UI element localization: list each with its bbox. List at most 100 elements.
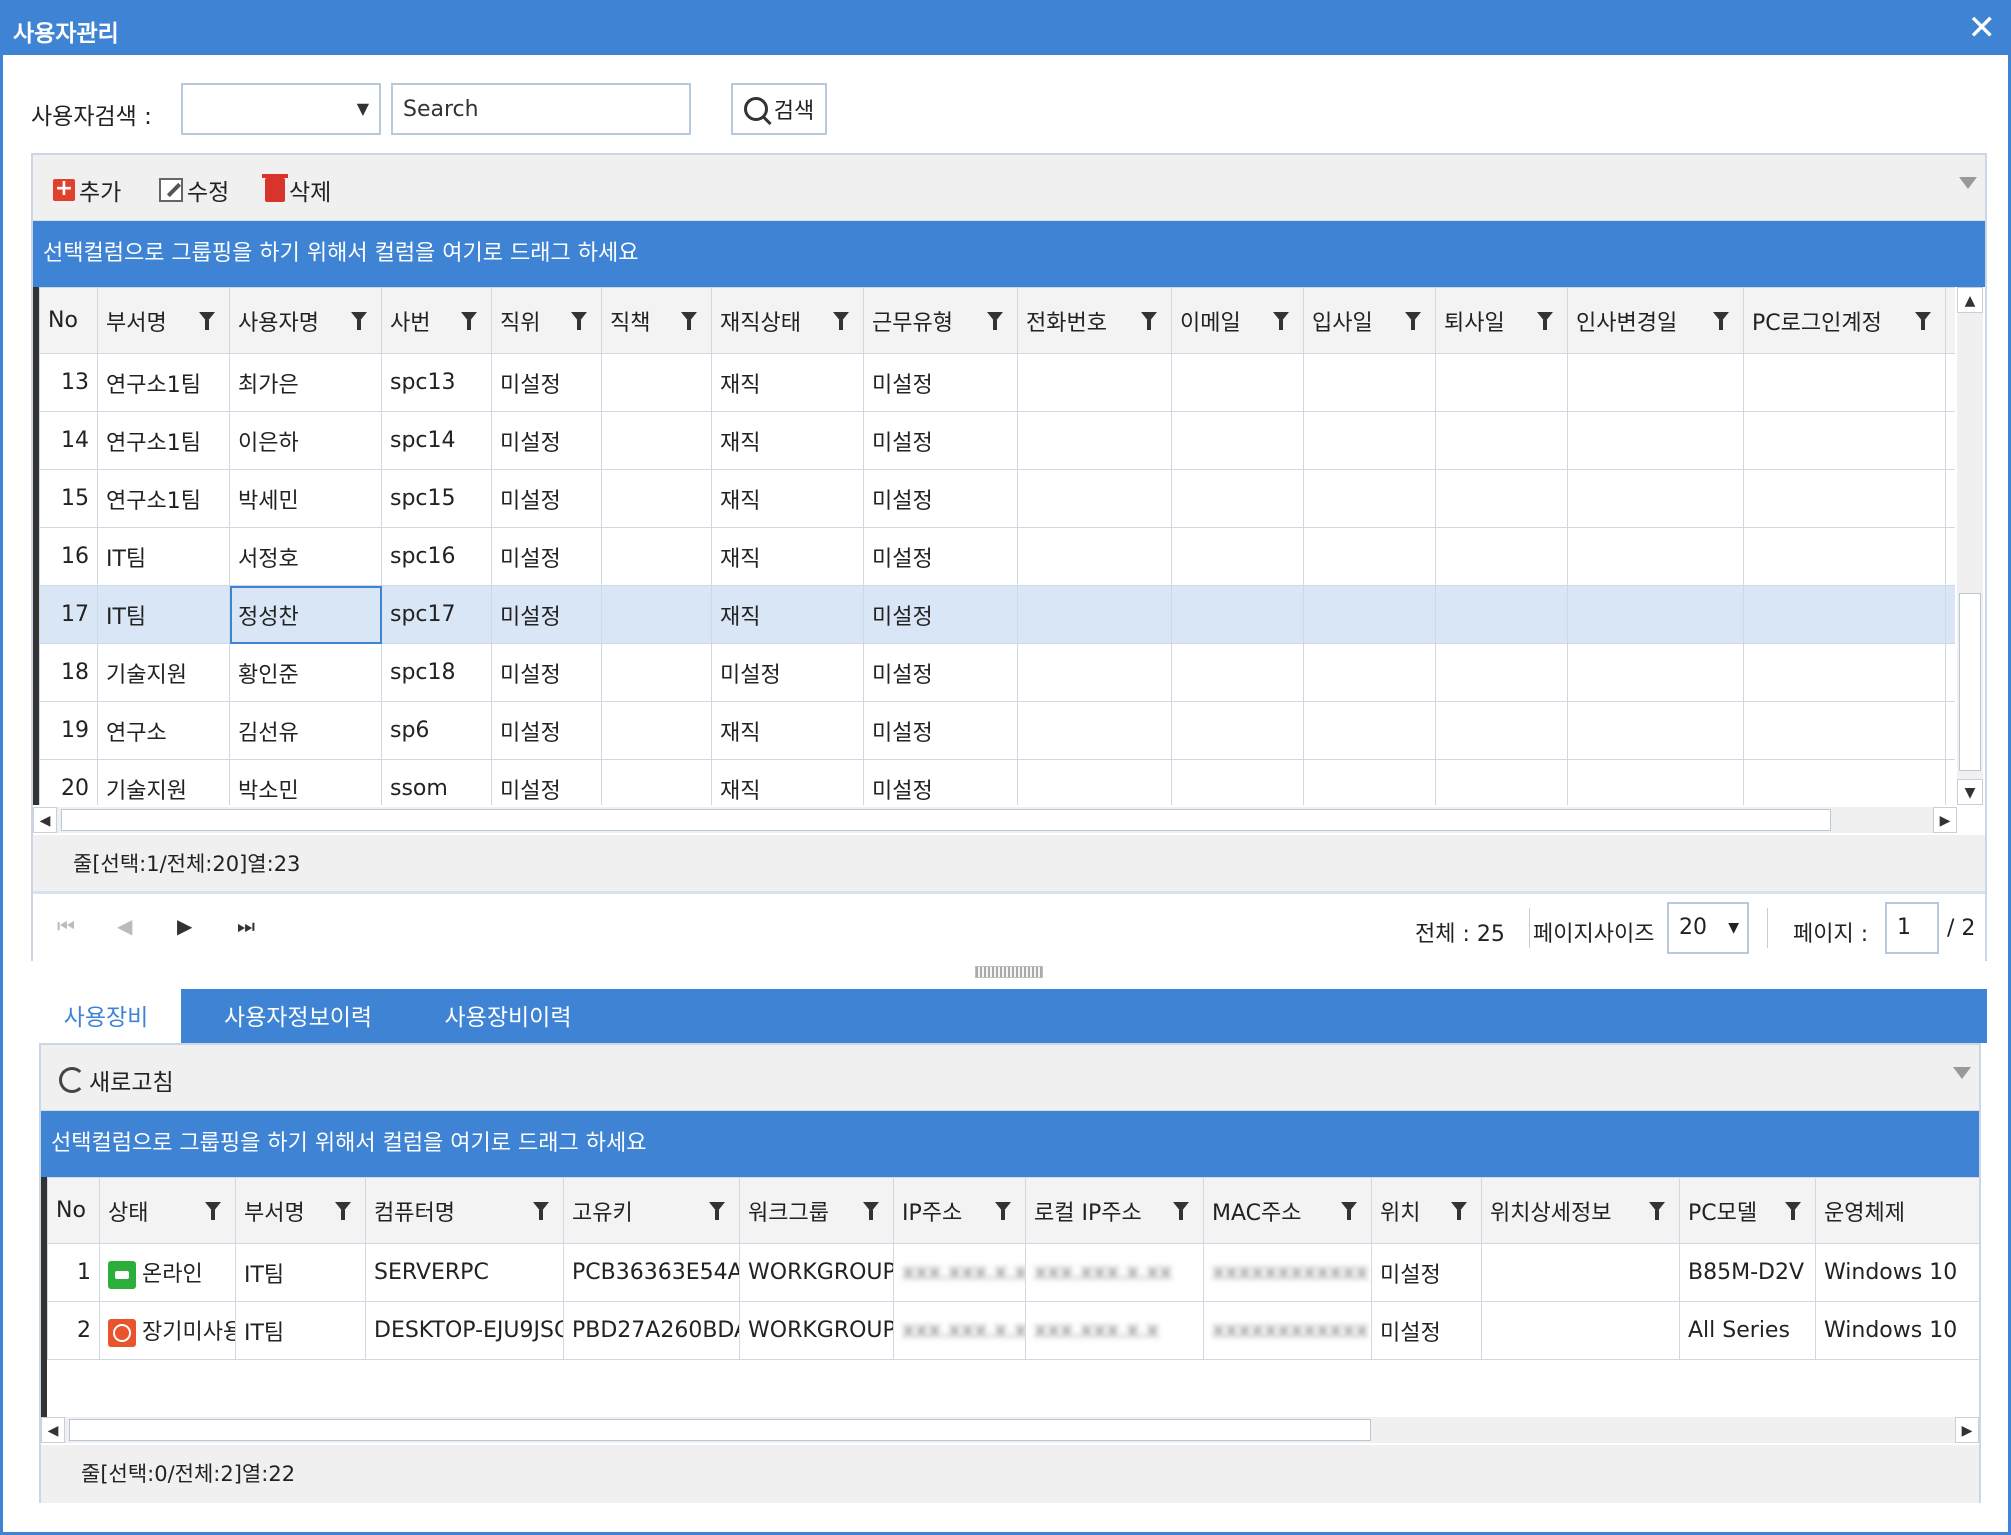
table-cell[interactable]: 박소민 [229,759,382,805]
column-header[interactable]: 근무유형 [863,287,1018,354]
column-header[interactable]: 입사일 [1303,287,1436,354]
table-cell[interactable]: spc13 [381,353,492,412]
table-cell[interactable] [1435,759,1568,805]
table-cell[interactable] [1743,759,1946,805]
table-cell[interactable]: xxxxxxxxxxxx [1203,1243,1372,1302]
table-cell[interactable] [1303,701,1436,760]
table-cell[interactable]: 1 [47,1243,100,1302]
table-cell[interactable]: xxx.xxx.x.x [1025,1301,1204,1360]
column-header[interactable]: 이메일 [1171,287,1304,354]
add-button[interactable]: + 추가 [53,173,121,207]
column-header[interactable]: 상태 [99,1177,236,1244]
first-page-icon[interactable]: ⏮ [57,914,75,938]
table-row[interactable]: 15 연구소1팀 박세민 spc15 미설정 재직 미설정 [39,469,1955,528]
filter-icon[interactable] [1405,312,1421,330]
column-header[interactable]: 퇴사일 [1435,287,1568,354]
filter-icon[interactable] [1451,1202,1467,1220]
table-cell[interactable] [1743,585,1946,644]
table-cell[interactable]: All Series [1679,1301,1816,1360]
table-row[interactable]: 19 연구소 김선유 sp6 미설정 재직 미설정 [39,701,1955,760]
column-header[interactable]: 부서명 [97,287,230,354]
table-cell[interactable]: 최가은 [229,353,382,412]
table-cell[interactable]: 16 [39,527,98,586]
filter-icon[interactable] [533,1202,549,1220]
table-cell[interactable]: 18 [39,643,98,702]
table-cell[interactable]: spc18 [381,643,492,702]
table-cell[interactable] [1743,353,1946,412]
table-cell[interactable]: B85M-D2V [1679,1243,1816,1302]
table-row[interactable]: 14 연구소1팀 이은하 spc14 미설정 재직 미설정 [39,411,1955,470]
table-cell[interactable]: 미설정 [491,643,602,702]
table-cell[interactable] [1017,469,1172,528]
table-cell[interactable] [1171,585,1304,644]
next-page-icon[interactable]: ▶ [177,914,192,938]
filter-icon[interactable] [995,1202,1011,1220]
table-cell[interactable] [1567,701,1744,760]
column-header[interactable]: No [47,1177,100,1244]
table-cell[interactable] [1017,411,1172,470]
table-cell[interactable] [1017,759,1172,805]
column-header[interactable]: No [39,287,98,354]
table-cell[interactable] [1567,585,1744,644]
column-header[interactable]: 운영체제 [1815,1177,1979,1244]
table-cell[interactable]: 이은하 [229,411,382,470]
scroll-left-icon[interactable]: ◀ [33,807,57,833]
table-cell[interactable] [601,527,712,586]
column-header[interactable]: PC모델 [1679,1177,1816,1244]
table-cell[interactable] [1171,527,1304,586]
table-cell[interactable]: xxx.xxx.x.xxx [893,1301,1026,1360]
scroll-down-icon[interactable]: ▼ [1957,779,1983,805]
refresh-button[interactable]: 새로고침 [59,1063,174,1097]
table-cell[interactable] [1303,759,1436,805]
filter-icon[interactable] [199,312,215,330]
table-cell[interactable] [1303,527,1436,586]
table-cell[interactable] [1435,353,1568,412]
column-header[interactable]: MAC주소 [1203,1177,1372,1244]
table-cell[interactable]: spc17 [381,585,492,644]
table-cell[interactable]: WORKGROUP [739,1301,894,1360]
table-cell[interactable]: 미설정 [863,643,1018,702]
filter-icon[interactable] [863,1202,879,1220]
filter-icon[interactable] [709,1202,725,1220]
table-cell[interactable]: xxx.xxx.x.xxx [893,1243,1026,1302]
search-field-select[interactable]: ▼ [181,83,381,135]
table-cell[interactable]: 미설정 [491,353,602,412]
table-cell[interactable]: 미설정 [491,469,602,528]
table-cell[interactable]: IT팀 [97,585,230,644]
table-cell[interactable]: 미설정 [491,759,602,805]
tab-user-history[interactable]: 사용자정보이력 [193,989,403,1043]
last-page-icon[interactable]: ⏭ [237,914,255,938]
column-header[interactable]: 사번 [381,287,492,354]
table-cell[interactable] [1945,585,1955,644]
column-header[interactable]: 컴퓨터명 [365,1177,564,1244]
table-cell[interactable] [1743,411,1946,470]
table-row[interactable]: 13 연구소1팀 최가은 spc13 미설정 재직 미설정 [39,353,1955,412]
group-drop-area[interactable]: 선택컬럼으로 그룹핑을 하기 위해서 컬럼을 여기로 드래그 하세요 [33,221,1985,287]
table-cell[interactable] [1303,585,1436,644]
table-cell[interactable] [1017,585,1172,644]
table-cell[interactable]: PBD27A260BDA [563,1301,740,1360]
table-cell[interactable]: 연구소1팀 [97,353,230,412]
column-header[interactable]: PC로그인계정 [1743,287,1946,354]
table-cell[interactable] [1743,527,1946,586]
table-cell[interactable] [601,701,712,760]
filter-icon[interactable] [1713,312,1729,330]
table-cell[interactable] [1567,411,1744,470]
search-button[interactable]: 검색 [731,83,827,135]
table-cell[interactable] [1303,353,1436,412]
column-header[interactable]: 재직상태 [711,287,864,354]
edit-button[interactable]: 수정 [159,173,229,207]
table-cell[interactable]: 미설정 [491,585,602,644]
column-header[interactable]: 워크그룹 [739,1177,894,1244]
table-cell[interactable]: 재직 [711,469,864,528]
collapse-toolbar-icon[interactable] [1959,177,1977,189]
table-cell[interactable]: 연구소1팀 [97,411,230,470]
table-cell[interactable]: 미설정 [863,527,1018,586]
table-cell[interactable]: IT팀 [97,527,230,586]
table-cell[interactable]: 미설정 [863,759,1018,805]
table-cell[interactable]: 박세민 [229,469,382,528]
device-grid-horizontal-scrollbar[interactable]: ◀ ▶ [41,1417,1979,1443]
table-cell[interactable]: 재직 [711,527,864,586]
table-cell[interactable] [601,353,712,412]
table-cell[interactable] [601,585,712,644]
